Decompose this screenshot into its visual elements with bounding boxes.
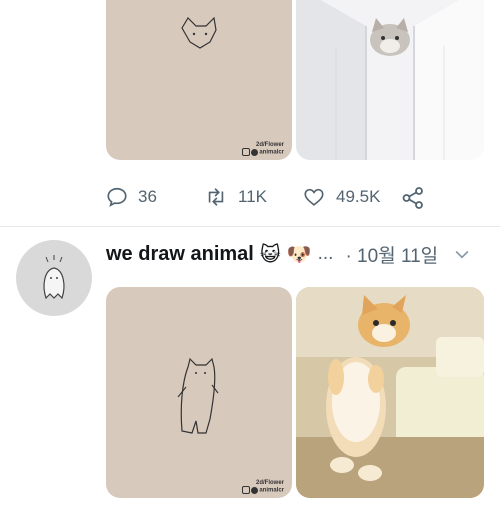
reply-icon (107, 187, 127, 207)
tweet1-image-drawing[interactable]: 2d/Flower animalcr (106, 0, 292, 160)
standing-cat-drawing (177, 357, 219, 434)
cat-face-drawing (181, 16, 217, 49)
tweet2-image-photo[interactable] (296, 287, 484, 498)
retweet-count: 11K (238, 187, 267, 206)
retweet-button[interactable]: 11K (204, 186, 267, 208)
like-count: 49.5K (336, 187, 381, 206)
tweet-divider (0, 226, 500, 227)
author-name[interactable]: we draw animal (106, 243, 254, 266)
cat-in-corner-photo (296, 0, 484, 160)
standing-cat-photo (296, 287, 484, 498)
tweet2-image-drawing[interactable]: 2d/Flower animalcr (106, 287, 292, 498)
name-ellipsis: ... (317, 243, 334, 264)
emoji-cat: 😺 (259, 243, 281, 266)
like-icon (304, 188, 324, 206)
like-button[interactable]: 49.5K (302, 186, 380, 208)
image-credit: 2d/Flower animalcr (241, 142, 284, 156)
share-button[interactable] (401, 186, 435, 210)
share-icon (402, 187, 423, 209)
avatar[interactable] (16, 240, 92, 316)
tweet-date[interactable]: · 10월 11일 (345, 241, 438, 268)
tweet1-image-photo[interactable] (296, 0, 484, 160)
tweet-header: we draw animal 😺 🐶 ... · 10월 11일 (106, 240, 496, 268)
retweet-icon (208, 188, 224, 206)
reply-count: 36 (138, 187, 157, 206)
image-credit: 2d/Flower animalcr (241, 480, 284, 494)
chevron-down-icon[interactable] (452, 244, 472, 264)
ghost-drawing-avatar-icon (43, 255, 65, 300)
reply-button[interactable]: 36 (106, 186, 157, 208)
emoji-dog: 🐶 (286, 243, 312, 266)
